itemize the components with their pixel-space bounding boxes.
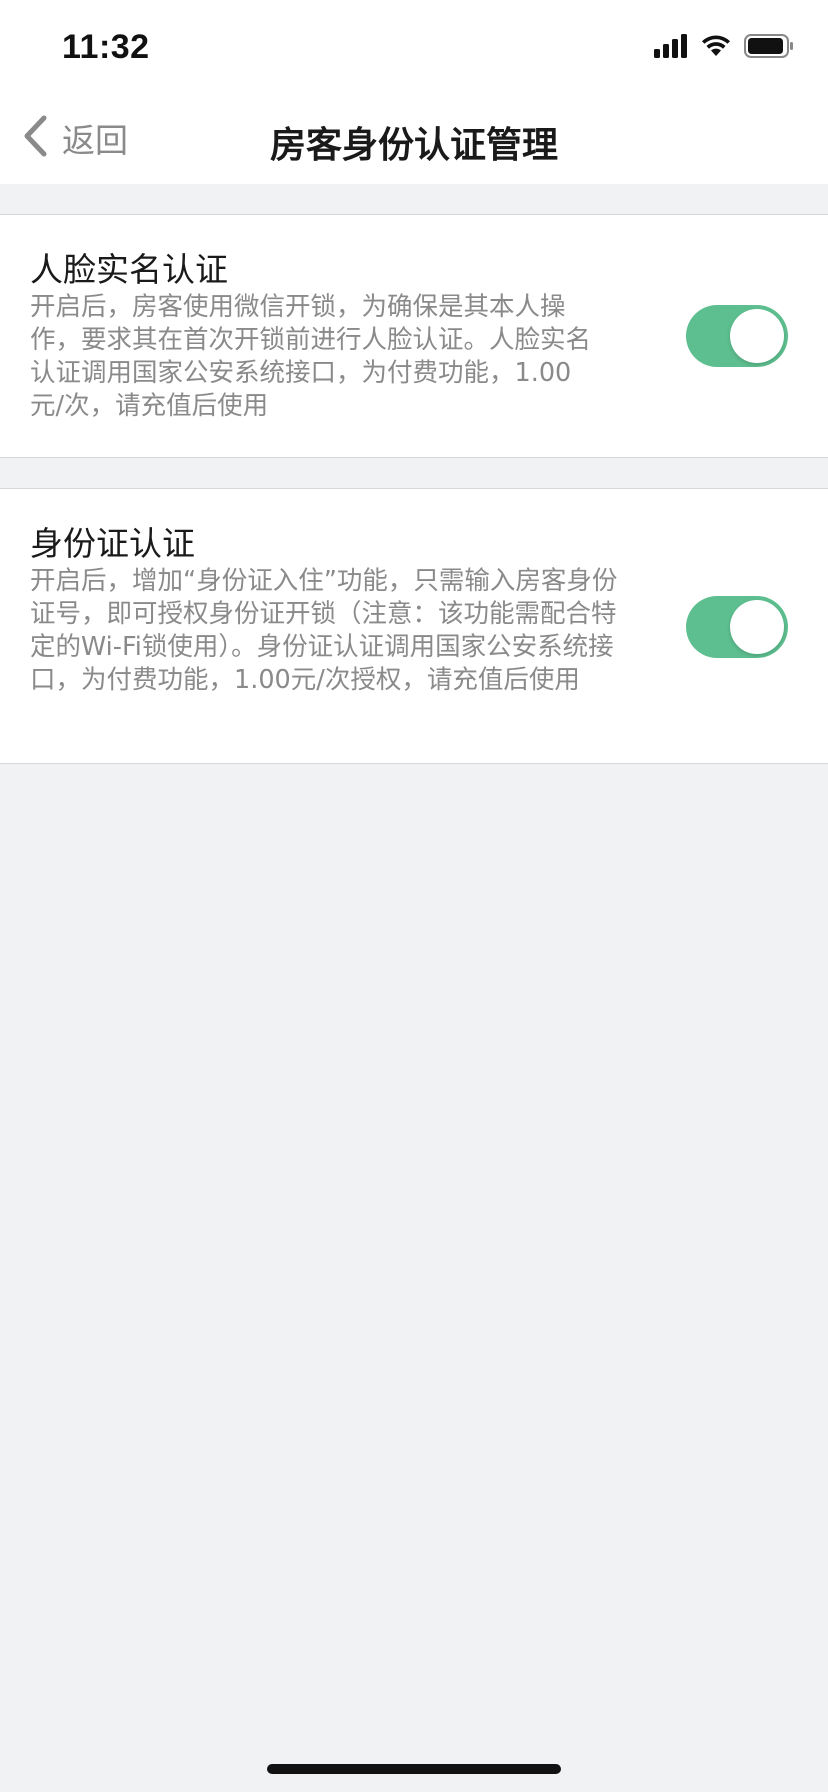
- setting-description: 开启后，增加“身份证入住”功能，只需输入房客身份证号，即可授权身份证开锁（注意：…: [30, 566, 618, 695]
- toggle-knob: [730, 309, 784, 363]
- battery-icon: [744, 34, 794, 62]
- page-title: 房客身份认证管理: [269, 125, 558, 166]
- home-indicator: [267, 1764, 561, 1774]
- setting-description: 开启后，房客使用微信开锁，为确保是其本人操作，要求其在首次开锁前进行人脸认证。人…: [30, 292, 592, 421]
- wifi-icon: [700, 34, 732, 62]
- toggle-knob: [730, 600, 784, 654]
- setting-id-card-verification: 身份证认证 开启后，增加“身份证入住”功能，只需输入房客身份证号，即可授权身份证…: [0, 488, 828, 764]
- id-card-verification-toggle[interactable]: [686, 596, 788, 658]
- setting-face-verification: 人脸实名认证 开启后，房客使用微信开锁，为确保是其本人操作，要求其在首次开锁前进…: [0, 214, 828, 458]
- cellular-signal-icon: [654, 34, 688, 62]
- status-bar: 11:32: [0, 0, 828, 96]
- status-time: 11:32: [62, 28, 150, 66]
- face-verification-toggle[interactable]: [686, 305, 788, 367]
- setting-title: 人脸实名认证: [30, 250, 228, 289]
- setting-title: 身份证认证: [30, 524, 195, 563]
- status-icons: [654, 34, 794, 62]
- navigation-bar: 返回 房客身份认证管理: [0, 96, 828, 184]
